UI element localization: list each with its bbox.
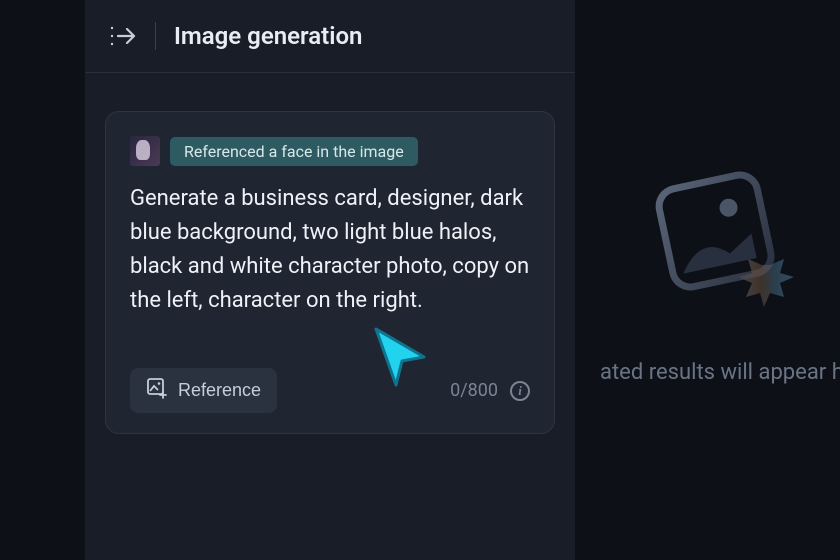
image-generation-panel: Image generation Referenced a face in th… [85,0,575,560]
placeholder-text: ated results will appear her [600,360,840,385]
panel-header: Image generation [85,0,575,73]
reference-thumbnail[interactable] [130,136,160,166]
image-placeholder-icon [630,140,810,320]
header-divider [155,22,156,50]
prompt-footer-right: 0/800 i [450,380,530,401]
info-icon[interactable]: i [510,381,530,401]
reference-button-label: Reference [178,380,261,401]
prompt-footer: Reference 0/800 i [130,368,530,413]
reference-badge[interactable]: Referenced a face in the image [170,137,418,166]
prompt-card: Referenced a face in the image Generate … [105,111,555,434]
prompt-textarea[interactable]: Generate a business card, designer, dark… [130,182,530,318]
image-add-icon [146,377,168,404]
page-title: Image generation [174,22,362,50]
expand-icon[interactable] [109,24,137,48]
reference-badge-row: Referenced a face in the image [130,136,530,166]
character-counter: 0/800 [450,380,498,401]
results-placeholder: ated results will appear her [600,140,840,385]
reference-button[interactable]: Reference [130,368,277,413]
